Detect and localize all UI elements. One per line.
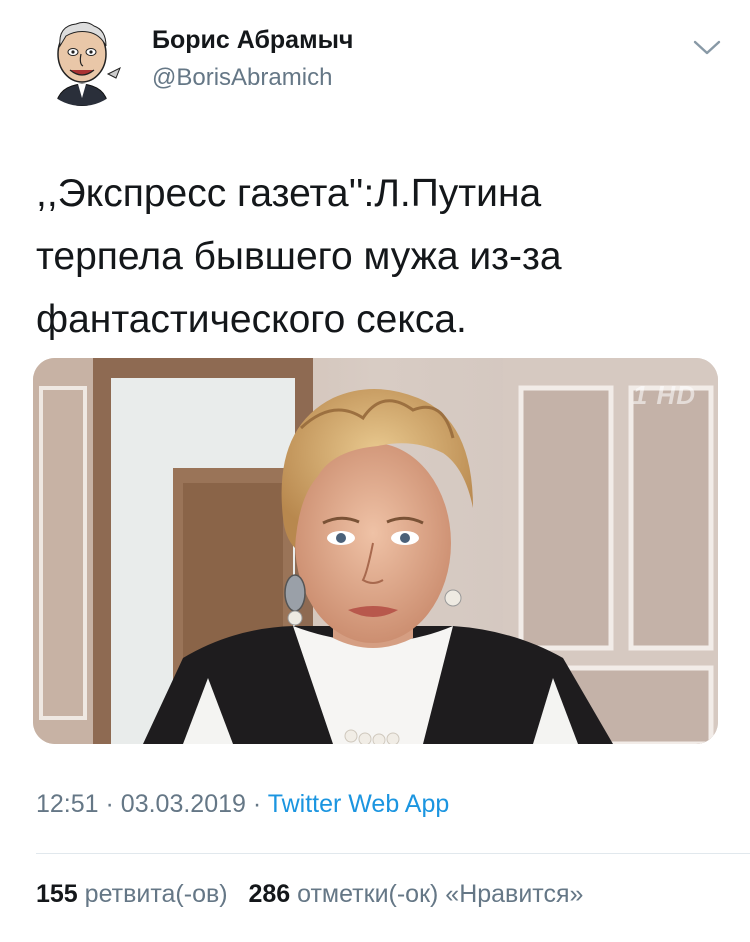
tweet-photo[interactable]: 1 HD <box>33 358 718 744</box>
retweets-label: ретвита(-ов) <box>84 880 228 908</box>
tweet-detail: Борис Абрамыч @BorisAbramich ,,Экспресс … <box>0 0 750 942</box>
tweet-text: ,,Экспресс газета'':Л.Путина терпела быв… <box>36 172 562 341</box>
tweet-time[interactable]: 12:51 <box>36 790 99 818</box>
tweet-source-link[interactable]: Twitter Web App <box>268 790 450 818</box>
author-display-name[interactable]: Борис Абрамыч <box>152 26 353 55</box>
likes-label: отметки(-ок) «Нравится» <box>297 880 584 908</box>
tweet-stats: 155 ретвита(-ов) 286 отметки(-ок) «Нрави… <box>36 880 583 909</box>
meta-separator: · <box>252 790 262 818</box>
avatar[interactable] <box>36 14 128 106</box>
tweet-date[interactable]: 03.03.2019 <box>121 790 246 818</box>
tweet-meta: 12:51 · 03.03.2019 · Twitter Web App <box>36 790 449 819</box>
likes-stat[interactable]: 286 отметки(-ок) «Нравится» <box>248 880 583 908</box>
meta-separator: · <box>105 790 114 818</box>
divider <box>36 853 750 854</box>
retweets-count: 155 <box>36 880 78 908</box>
likes-count: 286 <box>248 880 291 908</box>
chevron-down-icon[interactable] <box>690 36 724 60</box>
retweets-stat[interactable]: 155 ретвита(-ов) <box>36 880 228 908</box>
channel-logo: 1 HD <box>632 380 696 410</box>
author-handle[interactable]: @BorisAbramich <box>152 64 332 92</box>
